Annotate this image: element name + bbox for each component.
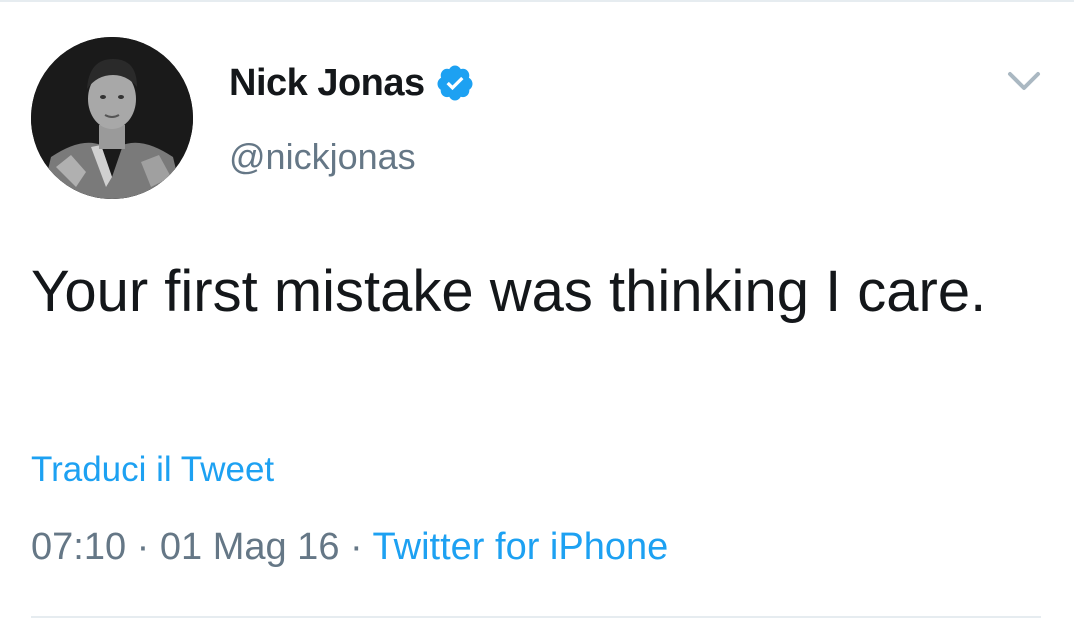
avatar-photo — [31, 37, 193, 199]
top-divider — [0, 0, 1074, 2]
chevron-down-icon[interactable] — [1004, 66, 1044, 96]
author-handle[interactable]: @nickjonas — [229, 136, 416, 178]
tweet-text: Your first mistake was thinking I care. — [31, 259, 987, 324]
bottom-divider — [31, 616, 1041, 618]
meta-separator: · — [136, 526, 150, 568]
translate-tweet-link[interactable]: Traduci il Tweet — [31, 450, 274, 490]
meta-separator: · — [350, 526, 363, 568]
author-name-row[interactable]: Nick Jonas — [229, 58, 475, 108]
verified-badge-icon — [435, 63, 475, 103]
tweet-metadata: 07:10 · 01 Mag 16 · Twitter for iPhone — [31, 526, 668, 569]
tweet-time[interactable]: 07:10 — [31, 526, 126, 568]
tweet-source-link[interactable]: Twitter for iPhone — [373, 526, 669, 568]
display-name[interactable]: Nick Jonas — [229, 62, 425, 105]
tweet-date[interactable]: 01 Mag 16 — [160, 526, 340, 568]
avatar[interactable] — [31, 37, 193, 199]
